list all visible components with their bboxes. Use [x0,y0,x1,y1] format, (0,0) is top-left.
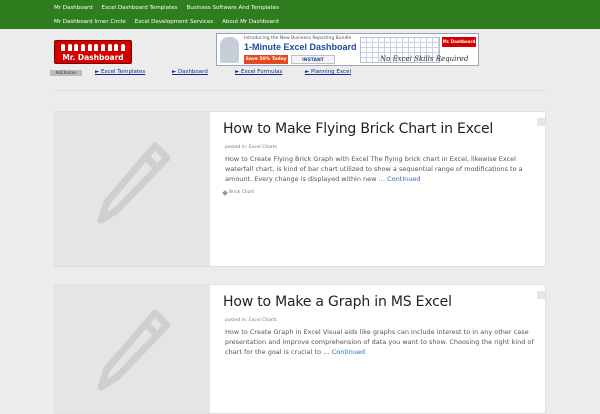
post-title[interactable]: How to Make a Graph in MS Excel [223,294,452,310]
top-navigation: Mr Dashboard Excel Dashboard Templates B… [0,0,600,29]
post-excerpt: How to Create Graph in Excel Visual aids… [225,327,543,357]
ad-link-dashboard[interactable]: ► Dashboard [172,69,208,75]
post-excerpt: How to Create Flying Brick Graph with Ex… [225,154,543,184]
ad-link-planning-excel[interactable]: ► Planning Excel [305,69,351,75]
banner-download-button[interactable]: INSTANT DOWNLOAD [291,55,335,64]
adchoices-badge[interactable]: AdChoices [50,70,82,76]
site-logo[interactable]: Mr. Dashboard [54,40,132,64]
person-photo [220,37,239,63]
posted-in-label: posted in: [225,145,248,150]
post-meta: posted in: Excel Charts [225,145,277,150]
nav-link-inner-circle[interactable]: Mr Dashboard Inner Circle [54,19,126,25]
ad-link-excel-templates[interactable]: ► Excel Templates [95,69,145,75]
post-excerpt-text: How to Create Graph in Excel Visual aids… [225,328,534,356]
nav-link-excel-dashboard-templates[interactable]: Excel Dashboard Templates [102,5,178,11]
logo-text: Mr. Dashboard [62,53,124,62]
banner-intro: Introducing the New Business Reporting B… [244,36,352,41]
nav-link-development-services[interactable]: Excel Development Services [135,19,213,25]
nav-link-business-software[interactable]: Business Software And Templates [186,5,278,11]
post-tag: Brick Chart [222,189,254,196]
continue-reading-link[interactable]: Continued [387,175,420,183]
banner-logo: Mr. Dashboard [442,37,476,47]
continue-reading-link[interactable]: Continued [332,348,365,356]
post-thumbnail[interactable] [55,285,210,413]
post-meta: posted in: Excel Charts [225,318,277,323]
post-card: How to Make Flying Brick Chart in Excel … [54,111,546,267]
post-card: How to Make a Graph in MS Excel posted i… [54,284,546,414]
logo-people-icon [61,44,125,51]
nav-link-about[interactable]: About Mr Dashboard [222,19,279,25]
pencil-placeholder-icon [97,309,171,391]
top-nav-row-2: Mr Dashboard Inner Circle Excel Developm… [54,19,279,25]
pencil-placeholder-icon [97,142,171,224]
banner-save-badge: Save 50% Today [244,55,288,64]
banner-tagline: No Excel Skills Required [380,55,469,63]
site-header: Mr. Dashboard Introducing the New Busine… [0,29,600,109]
posted-in-label: posted in: [225,318,248,323]
post-category-link[interactable]: Excel Charts [249,145,277,150]
post-category-link[interactable]: Excel Charts [249,318,277,323]
promo-banner[interactable]: Introducing the New Business Reporting B… [216,33,479,66]
post-title[interactable]: How to Make Flying Brick Chart in Excel [223,121,493,137]
post-tag-link[interactable]: Brick Chart [229,190,254,195]
tag-icon [222,189,228,196]
post-excerpt-text: How to Create Flying Brick Graph with Ex… [225,155,523,183]
nav-link-mr-dashboard[interactable]: Mr Dashboard [54,5,93,11]
top-nav-row-1: Mr Dashboard Excel Dashboard Templates B… [54,5,279,11]
ad-link-excel-formulas[interactable]: ► Excel Formulas [235,69,282,75]
card-corner-marker [537,291,545,299]
card-corner-marker [537,118,545,126]
header-divider [54,90,546,91]
banner-headline: 1-Minute Excel Dashboard [244,42,357,52]
post-thumbnail[interactable] [55,112,210,266]
